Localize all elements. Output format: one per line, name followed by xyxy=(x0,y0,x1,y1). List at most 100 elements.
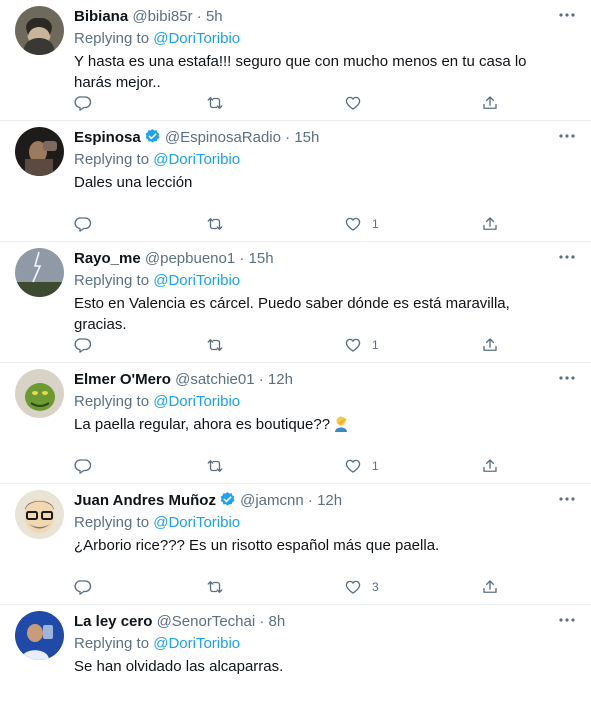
mention-link[interactable]: @DoriToribio xyxy=(153,151,240,168)
retweet-button[interactable] xyxy=(206,456,224,476)
share-icon xyxy=(483,217,497,230)
tweet-actions: 1 xyxy=(74,214,554,234)
tweet-card[interactable]: Espinosa @EspinosaRadio · 15h Replying t… xyxy=(0,121,591,242)
avatar[interactable] xyxy=(15,369,64,418)
tweet-header: Juan Andres Muñoz @jamcnn · 12h xyxy=(74,491,342,511)
replying-label: Replying to xyxy=(74,635,150,652)
share-button[interactable] xyxy=(481,335,499,355)
timestamp[interactable]: 8h xyxy=(269,613,286,630)
share-icon xyxy=(483,96,497,109)
retweet-icon xyxy=(207,218,223,230)
user-handle[interactable]: @EspinosaRadio xyxy=(165,129,281,146)
replying-to: Replying to @DoriToribio xyxy=(74,271,240,291)
user-handle[interactable]: @satchie01 xyxy=(175,371,254,388)
display-name[interactable]: La ley cero xyxy=(74,613,152,630)
user-handle[interactable]: @SenorTechai xyxy=(157,613,256,630)
replying-to: Replying to @DoriToribio xyxy=(74,150,240,170)
timestamp[interactable]: 5h xyxy=(206,8,223,25)
retweet-icon xyxy=(207,581,223,593)
share-button[interactable] xyxy=(481,577,499,597)
like-button[interactable] xyxy=(344,93,372,113)
separator-dot: · xyxy=(196,8,202,25)
separator-dot: · xyxy=(307,492,313,509)
mention-link[interactable]: @DoriToribio xyxy=(153,514,240,531)
timestamp[interactable]: 12h xyxy=(268,371,293,388)
more-icon[interactable] xyxy=(557,612,577,628)
tweet-card[interactable]: Elmer O'Mero @satchie01 · 12h Replying t… xyxy=(0,363,591,484)
tweet-card[interactable]: Bibiana @bibi85r · 5h Replying to @DoriT… xyxy=(0,0,591,121)
reply-icon xyxy=(74,338,92,353)
retweet-icon xyxy=(207,339,223,351)
replying-to: Replying to @DoriToribio xyxy=(74,392,240,412)
display-name[interactable]: Juan Andres Muñoz xyxy=(74,492,216,509)
heart-icon xyxy=(345,338,361,352)
timestamp[interactable]: 12h xyxy=(317,492,342,509)
avatar[interactable] xyxy=(15,6,64,55)
tweet-text-content: La paella regular, ahora es boutique?? xyxy=(74,416,331,433)
mention-link[interactable]: @DoriToribio xyxy=(153,30,240,47)
tweet-header: Espinosa @EspinosaRadio · 15h xyxy=(74,128,319,148)
share-icon xyxy=(483,338,497,351)
mention-link[interactable]: @DoriToribio xyxy=(153,272,240,289)
share-button[interactable] xyxy=(481,93,499,113)
more-icon[interactable] xyxy=(557,370,577,386)
heart-icon xyxy=(345,580,361,594)
display-name[interactable]: Bibiana xyxy=(74,8,128,25)
tweet-header: Rayo_me @pepbueno1 · 15h xyxy=(74,249,274,269)
tweet-card[interactable]: La ley cero @SenorTechai · 8h Replying t… xyxy=(0,605,591,726)
reply-button[interactable] xyxy=(74,456,92,476)
share-icon xyxy=(483,580,497,593)
replying-label: Replying to xyxy=(74,514,150,531)
retweet-icon xyxy=(207,460,223,472)
like-button[interactable]: 1 xyxy=(344,214,379,234)
more-icon[interactable] xyxy=(557,7,577,23)
tweet-actions xyxy=(74,93,554,113)
like-button[interactable]: 1 xyxy=(344,456,379,476)
more-icon[interactable] xyxy=(557,491,577,507)
user-handle[interactable]: @bibi85r xyxy=(132,8,192,25)
reply-icon xyxy=(74,459,92,474)
avatar[interactable] xyxy=(15,127,64,176)
reply-button[interactable] xyxy=(74,93,92,113)
like-button[interactable]: 1 xyxy=(344,335,379,355)
man-facepalming-emoji xyxy=(335,416,348,432)
tweet-card[interactable]: Juan Andres Muñoz @jamcnn · 12h Replying… xyxy=(0,484,591,605)
separator-dot: · xyxy=(258,371,264,388)
more-icon[interactable] xyxy=(557,128,577,144)
user-handle[interactable]: @pepbueno1 xyxy=(145,250,235,267)
share-icon xyxy=(483,459,497,472)
retweet-button[interactable] xyxy=(206,93,224,113)
user-handle[interactable]: @jamcnn xyxy=(240,492,304,509)
heart-icon xyxy=(345,217,361,231)
tweet-text: La paella regular, ahora es boutique?? xyxy=(74,414,564,435)
like-button[interactable]: 3 xyxy=(344,577,379,597)
retweet-button[interactable] xyxy=(206,335,224,355)
retweet-button[interactable] xyxy=(206,577,224,597)
share-button[interactable] xyxy=(481,214,499,234)
display-name[interactable]: Espinosa xyxy=(74,129,141,146)
heart-icon xyxy=(345,96,361,110)
like-count: 1 xyxy=(372,459,379,473)
display-name[interactable]: Elmer O'Mero xyxy=(74,371,171,388)
timestamp[interactable]: 15h xyxy=(249,250,274,267)
display-name[interactable]: Rayo_me xyxy=(74,250,141,267)
reply-button[interactable] xyxy=(74,335,92,355)
verified-badge-icon xyxy=(220,492,235,506)
mention-link[interactable]: @DoriToribio xyxy=(153,393,240,410)
retweet-button[interactable] xyxy=(206,214,224,234)
replying-to: Replying to @DoriToribio xyxy=(74,29,240,49)
avatar[interactable] xyxy=(15,490,64,539)
timestamp[interactable]: 15h xyxy=(294,129,319,146)
share-button[interactable] xyxy=(481,456,499,476)
reply-icon xyxy=(74,217,92,232)
tweet-header: La ley cero @SenorTechai · 8h xyxy=(74,612,285,632)
like-count: 1 xyxy=(372,217,379,231)
more-icon[interactable] xyxy=(557,249,577,265)
avatar[interactable] xyxy=(15,611,64,660)
avatar[interactable] xyxy=(15,248,64,297)
reply-button[interactable] xyxy=(74,214,92,234)
tweet-card[interactable]: Rayo_me @pepbueno1 · 15h Replying to @Do… xyxy=(0,242,591,363)
reply-button[interactable] xyxy=(74,577,92,597)
mention-link[interactable]: @DoriToribio xyxy=(153,635,240,652)
tweet-actions: 1 xyxy=(74,335,554,355)
